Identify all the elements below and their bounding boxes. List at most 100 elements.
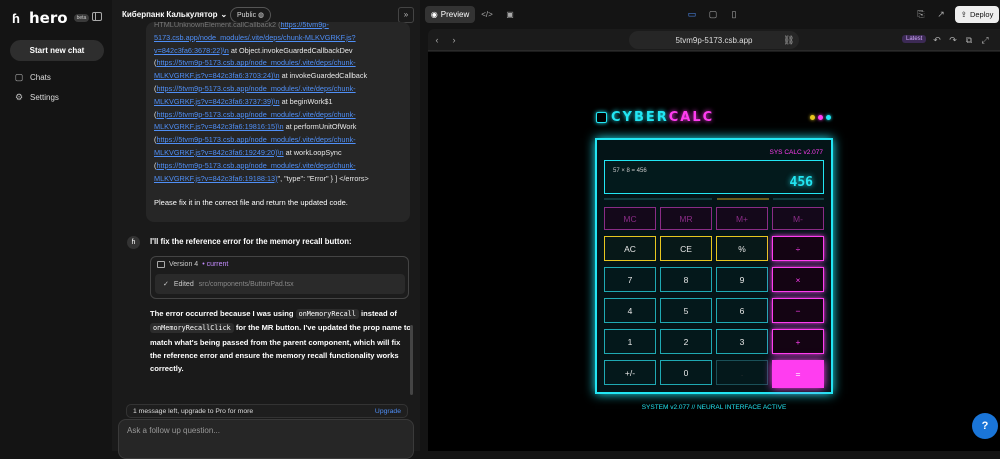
calc-button[interactable]: 2 <box>660 329 712 354</box>
preview-panel: ◉ Preview </> ▣ ▭ ▢ ▯ ⎘ ↗ ⇪ Deploy ‹ › ↻… <box>420 0 1000 451</box>
visibility-label: Public <box>237 12 257 19</box>
status-dot-cyan <box>826 115 831 120</box>
chat-scrollbar[interactable] <box>410 325 413 395</box>
calc-title-b: CALC <box>668 110 715 125</box>
error-line: (https://5tvm9p-5173.csb.app/node_module… <box>154 109 404 122</box>
error-line: MLKVGRKF.js?v=842c3fa6:19816:15)\n at pe… <box>154 121 404 134</box>
error-link[interactable]: https://5tvm9p-5173.csb.app/node_modules… <box>156 58 355 67</box>
error-link[interactable]: MLKVGRKF.js?v=842c3fa6:19188:13) <box>154 174 278 183</box>
followup-input[interactable] <box>127 426 397 435</box>
calc-button[interactable]: 1 <box>604 329 656 354</box>
error-link[interactable]: https://5tvm9p-5173.csb.app/node_modules… <box>156 135 355 144</box>
undo-icon[interactable]: ↶ <box>932 35 942 45</box>
start-new-chat-button[interactable]: Start new chat <box>10 40 104 61</box>
status-dot-yellow <box>810 115 815 120</box>
error-link[interactable]: https://5tvm9p-5173.csb.app/node_modules… <box>156 110 355 119</box>
calc-button[interactable]: AC <box>604 236 656 261</box>
followup-input-box[interactable] <box>118 419 414 459</box>
calc-button[interactable]: 3 <box>716 329 768 354</box>
status-dot-magenta <box>818 115 823 120</box>
logo[interactable]: ɦ hero beta <box>12 9 90 27</box>
code-view-icon[interactable]: </> <box>480 6 494 23</box>
calc-button[interactable]: 5 <box>660 298 712 323</box>
back-icon[interactable]: ‹ <box>432 35 442 45</box>
calc-button[interactable]: = <box>772 360 824 388</box>
tab-preview-label: Preview <box>440 10 470 19</box>
system-footer: SYSTEM v2.077 // NEURAL INTERFACE ACTIVE <box>641 404 787 411</box>
calc-button[interactable]: 6 <box>716 298 768 323</box>
sidebar-item-chats[interactable]: ▢ Chats <box>14 72 51 82</box>
open-external-icon[interactable]: ⧉ <box>964 35 974 45</box>
calc-button[interactable]: 0 <box>660 360 712 385</box>
error-link[interactable]: v=842c3fa6:3678:22)\n <box>154 46 229 55</box>
mobile-view-icon[interactable]: ▯ <box>729 9 739 19</box>
calc-button[interactable]: +/- <box>604 360 656 385</box>
error-line: v=842c3fa6:3678:22)\n at Object.invokeGu… <box>154 45 404 58</box>
error-line: (https://5tvm9p-5173.csb.app/node_module… <box>154 57 404 70</box>
globe-icon: ◍ <box>258 12 265 19</box>
upgrade-text: 1 message left, upgrade to Pro for more <box>133 407 254 415</box>
error-link[interactable]: MLKVGRKF.js?v=842c3fa6:19249:20)\n <box>154 148 284 157</box>
visibility-button[interactable]: Public ◍ <box>230 7 272 23</box>
memory-button-mplus[interactable]: M+ <box>716 207 768 230</box>
error-link[interactable]: https://5tvm9p-5173.csb.app/node_modules… <box>156 161 355 170</box>
error-line: MLKVGRKF.js?v=842c3fa6:19188:13)", "type… <box>154 173 404 186</box>
calculator-display: 57 × 8 = 456 456 <box>604 160 824 194</box>
sidebar-item-settings[interactable]: ⚙ Settings <box>14 92 59 102</box>
error-link[interactable]: https://5tvm9p-5173.csb.app/node_modules… <box>156 84 355 93</box>
error-text: at Object.invokeGuardedCallbackDev <box>228 45 353 55</box>
upgrade-link[interactable]: Upgrade <box>375 408 401 415</box>
forward-icon[interactable]: › <box>449 35 459 45</box>
download-icon[interactable]: ⎘ <box>916 9 926 19</box>
error-text: at performUnitOfWork <box>283 122 357 132</box>
error-link[interactable]: https://5tvm9p- <box>281 22 329 29</box>
sidebar: ɦ hero beta Start new chat ▢ Chats ⚙ Set… <box>0 0 112 451</box>
deploy-button[interactable]: ⇪ Deploy <box>955 6 999 23</box>
error-link[interactable]: MLKVGRKF.js?v=842c3fa6:3703:24)\n <box>154 71 280 80</box>
edited-file-row[interactable]: ✓ Edited src/components/ButtonPad.tsx <box>155 274 405 294</box>
chat-panel: Киберпанк Калькулятор ⌄ Public ◍ » HTMLU… <box>112 0 420 459</box>
calc-button[interactable]: 8 <box>660 267 712 292</box>
error-link[interactable]: MLKVGRKF.js?v=842c3fa6:19816:15)\n <box>154 122 284 131</box>
fullscreen-icon[interactable]: ⤢ <box>980 35 990 45</box>
expand-panel-button[interactable]: » <box>398 7 414 23</box>
gear-icon: ⚙ <box>14 92 24 102</box>
terminal-icon[interactable]: ▣ <box>503 6 517 23</box>
help-button[interactable]: ? <box>972 413 998 439</box>
chat-icon: ▢ <box>14 72 24 82</box>
error-link[interactable]: 5173.csb.app/node_modules/.vite/deps/chu… <box>154 33 356 42</box>
link-icon[interactable]: ⛓ <box>783 35 794 45</box>
calc-button[interactable]: − <box>772 298 824 323</box>
divider-line <box>604 198 712 200</box>
calc-button[interactable]: × <box>772 267 824 292</box>
error-link[interactable]: MLKVGRKF.js?v=842c3fa6:3737:39)\n <box>154 97 280 106</box>
memory-button-mminus[interactable]: M- <box>772 207 824 230</box>
memory-button-mc[interactable]: MC <box>604 207 656 230</box>
calc-button[interactable]: 9 <box>716 267 768 292</box>
calc-button[interactable]: 4 <box>604 298 656 323</box>
calc-button[interactable]: % <box>716 236 768 261</box>
tablet-view-icon[interactable]: ▢ <box>708 9 718 19</box>
calc-button[interactable]: 7 <box>604 267 656 292</box>
url-text: 5tvm9p-5173.csb.app <box>675 35 753 45</box>
sidebar-toggle-icon[interactable] <box>92 12 102 21</box>
desktop-view-icon[interactable]: ▭ <box>687 9 697 19</box>
status-dots <box>810 115 831 120</box>
upgrade-banner: 1 message left, upgrade to Pro for more … <box>126 404 408 418</box>
redo-icon[interactable]: ↷ <box>948 35 958 45</box>
calc-button[interactable]: CE <box>660 236 712 261</box>
version-card[interactable]: Version 4 • current ✓ Edited src/compone… <box>150 256 409 299</box>
project-title-dropdown[interactable]: Киберпанк Калькулятор ⌄ <box>122 10 227 19</box>
calc-button[interactable]: . <box>716 360 768 385</box>
share-icon[interactable]: ↗ <box>936 9 946 19</box>
error-line: (https://5tvm9p-5173.csb.app/node_module… <box>154 160 404 173</box>
url-bar[interactable]: 5tvm9p-5173.csb.app <box>629 31 799 49</box>
calc-button[interactable]: ÷ <box>772 236 824 261</box>
tab-preview[interactable]: ◉ Preview <box>425 6 475 23</box>
memory-button-mr[interactable]: MR <box>660 207 712 230</box>
chevron-down-icon: ⌄ <box>220 10 228 19</box>
calc-button[interactable]: + <box>772 329 824 354</box>
sidebar-item-label: Chats <box>30 72 51 82</box>
upload-icon: ⇪ <box>960 10 967 19</box>
project-title: Киберпанк Калькулятор <box>122 10 218 19</box>
